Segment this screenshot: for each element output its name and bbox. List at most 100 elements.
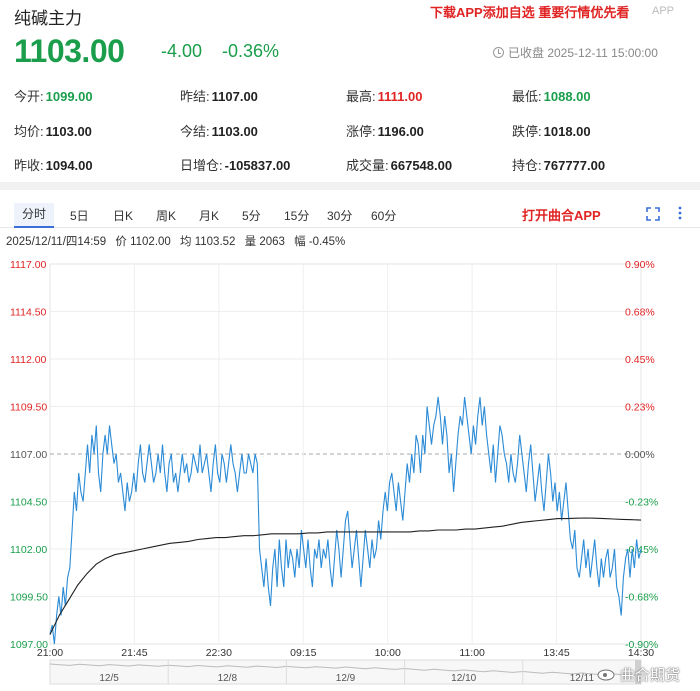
stat-value: 667548.00	[390, 158, 453, 173]
y-tick-label: 1104.50	[10, 497, 47, 509]
tab-4[interactable]: 月K	[199, 207, 219, 224]
x-tick-label: 14:30	[628, 647, 654, 659]
price-change-percent: -0.36%	[222, 41, 280, 61]
stat-item: 今结: 1103.00	[180, 121, 258, 140]
x-tick-label: 09:15	[290, 647, 316, 659]
stat-value: 1107.00	[211, 89, 258, 104]
x-tick-label: 22:30	[206, 647, 232, 659]
y-tick-label: 1102.00	[10, 544, 47, 556]
y-tick-label: 1112.00	[10, 354, 47, 366]
app-tag[interactable]: APP	[652, 5, 674, 17]
stat-label: 均价:	[14, 124, 44, 139]
average-line	[49, 517, 642, 635]
stat-item: 昨结: 1107.00	[180, 86, 258, 105]
stat-value: 1099.00	[45, 89, 93, 104]
navigator-tick: 12/9	[336, 673, 356, 684]
y-tick-label-pct: -0.23%	[625, 497, 658, 509]
y-tick-label: 1107.00	[10, 449, 47, 461]
cursor-amplitude: 幅 -0.45%	[294, 236, 346, 248]
tab-6[interactable]: 15分	[284, 207, 309, 224]
stat-item: 今开: 1099.00	[14, 86, 93, 105]
stat-item: 最高: 1111.00	[346, 86, 422, 105]
stat-label: 持仓:	[512, 158, 542, 173]
fullscreen-icon[interactable]	[646, 207, 660, 221]
tab-5[interactable]: 5分	[242, 207, 261, 224]
navigator-tick: 12/5	[99, 673, 119, 684]
tab-2[interactable]: 日K	[113, 207, 133, 224]
x-tick-label: 10:00	[375, 647, 401, 659]
divider	[0, 182, 700, 190]
stat-item: 涨停: 1196.00	[346, 121, 424, 140]
price-change: -4.00	[161, 41, 203, 61]
download-app-banner[interactable]: 下载APP添加自选 重要行情优先看	[430, 2, 629, 21]
y-tick-label-pct: 0.90%	[625, 259, 655, 271]
cursor-info: 2025/12/11/四14:59 价 1102.00 均 1103.52 量 …	[6, 233, 351, 249]
weibo-icon	[597, 669, 615, 681]
y-tick-label: 1109.50	[10, 402, 47, 414]
stat-label: 今开:	[14, 89, 44, 104]
stat-item: 最低: 1088.00	[512, 86, 591, 105]
market-status: 已收盘 2025-12-11 15:00:00	[493, 44, 658, 61]
cursor-price: 价 1102.00	[115, 236, 171, 248]
tab-7[interactable]: 30分	[327, 207, 352, 224]
tab-0[interactable]: 分时	[14, 203, 54, 228]
stat-value: -105837.00	[224, 158, 291, 173]
stat-value: 1111.00	[377, 89, 423, 104]
y-tick-label-pct: 0.68%	[625, 307, 655, 319]
tab-8[interactable]: 60分	[371, 207, 396, 224]
stat-label: 最高:	[346, 89, 376, 104]
stat-label: 涨停:	[346, 124, 376, 139]
stat-value: 1094.00	[45, 158, 93, 173]
stat-value: 1103.00	[45, 124, 92, 139]
tab-1[interactable]: 5日	[70, 207, 89, 224]
y-tick-label: 1114.50	[10, 307, 47, 319]
stat-item: 持仓: 767777.00	[512, 155, 605, 174]
stat-item: 均价: 1103.00	[14, 121, 92, 140]
y-tick-label-pct: 0.23%	[625, 402, 655, 414]
stat-value: 1196.00	[377, 124, 424, 139]
y-tick-label-pct: 0.45%	[625, 354, 655, 366]
y-tick-label-pct: 0.00%	[625, 449, 655, 461]
period-tabs: 打开曲合APP 分时 5日 日K 周K 月K 5分 15分 30分 60分	[0, 200, 700, 228]
stat-label: 成交量:	[346, 158, 389, 173]
cursor-volume: 量 2063	[244, 236, 285, 248]
navigator-tick: 12/11	[570, 673, 595, 684]
navigator-tick: 12/10	[451, 673, 476, 684]
intraday-chart[interactable]: 1117.00 0.90% 1114.50 0.68% 1112.00 0.45% 1109…	[0, 252, 700, 691]
stat-item: 成交量: 667548.00	[346, 155, 452, 174]
top-bar: 纯碱主力 下载APP添加自选 重要行情优先看 APP	[0, 0, 700, 30]
x-tick-label: 13:45	[543, 647, 569, 659]
x-tick-label: 11:00	[459, 647, 485, 659]
cursor-time: 2025/12/11/四14:59	[6, 236, 107, 248]
watermark: 曲合期货	[620, 667, 681, 684]
tab-3[interactable]: 周K	[156, 207, 176, 224]
last-price: 1103.00	[14, 33, 125, 69]
stat-value: 1018.00	[543, 124, 591, 139]
stat-label: 昨结:	[180, 89, 210, 104]
y-tick-label: 1117.00	[10, 259, 47, 271]
stat-label: 昨收:	[14, 158, 44, 173]
stat-label: 今结:	[180, 124, 210, 139]
stat-item: 昨收: 1094.00	[14, 155, 93, 174]
page-title: 纯碱主力	[14, 9, 82, 28]
clock-icon	[493, 47, 504, 58]
stat-label: 跌停:	[512, 124, 542, 139]
stat-label: 最低:	[512, 89, 542, 104]
open-app-button[interactable]: 打开曲合APP	[522, 205, 601, 224]
stat-value: 1088.00	[543, 89, 591, 104]
y-tick-label-pct: -0.68%	[625, 592, 658, 604]
y-tick-label: 1099.50	[10, 592, 48, 604]
navigator-tick: 12/8	[218, 673, 238, 684]
y-tick-label-pct: -0.45%	[625, 544, 658, 556]
market-status-text: 已收盘 2025-12-11 15:00:00	[508, 46, 658, 60]
stat-item: 跌停: 1018.00	[512, 121, 591, 140]
stat-value: 1103.00	[211, 124, 258, 139]
stat-value: 767777.00	[543, 158, 606, 173]
price-line	[49, 396, 642, 645]
x-tick-label: 21:45	[121, 647, 147, 659]
stat-item: 日增仓: -105837.00	[180, 155, 290, 174]
more-icon[interactable]	[677, 205, 683, 221]
stat-label: 日增仓:	[180, 158, 223, 173]
cursor-avg: 均 1103.52	[180, 236, 236, 248]
x-tick-label: 21:00	[37, 647, 63, 659]
